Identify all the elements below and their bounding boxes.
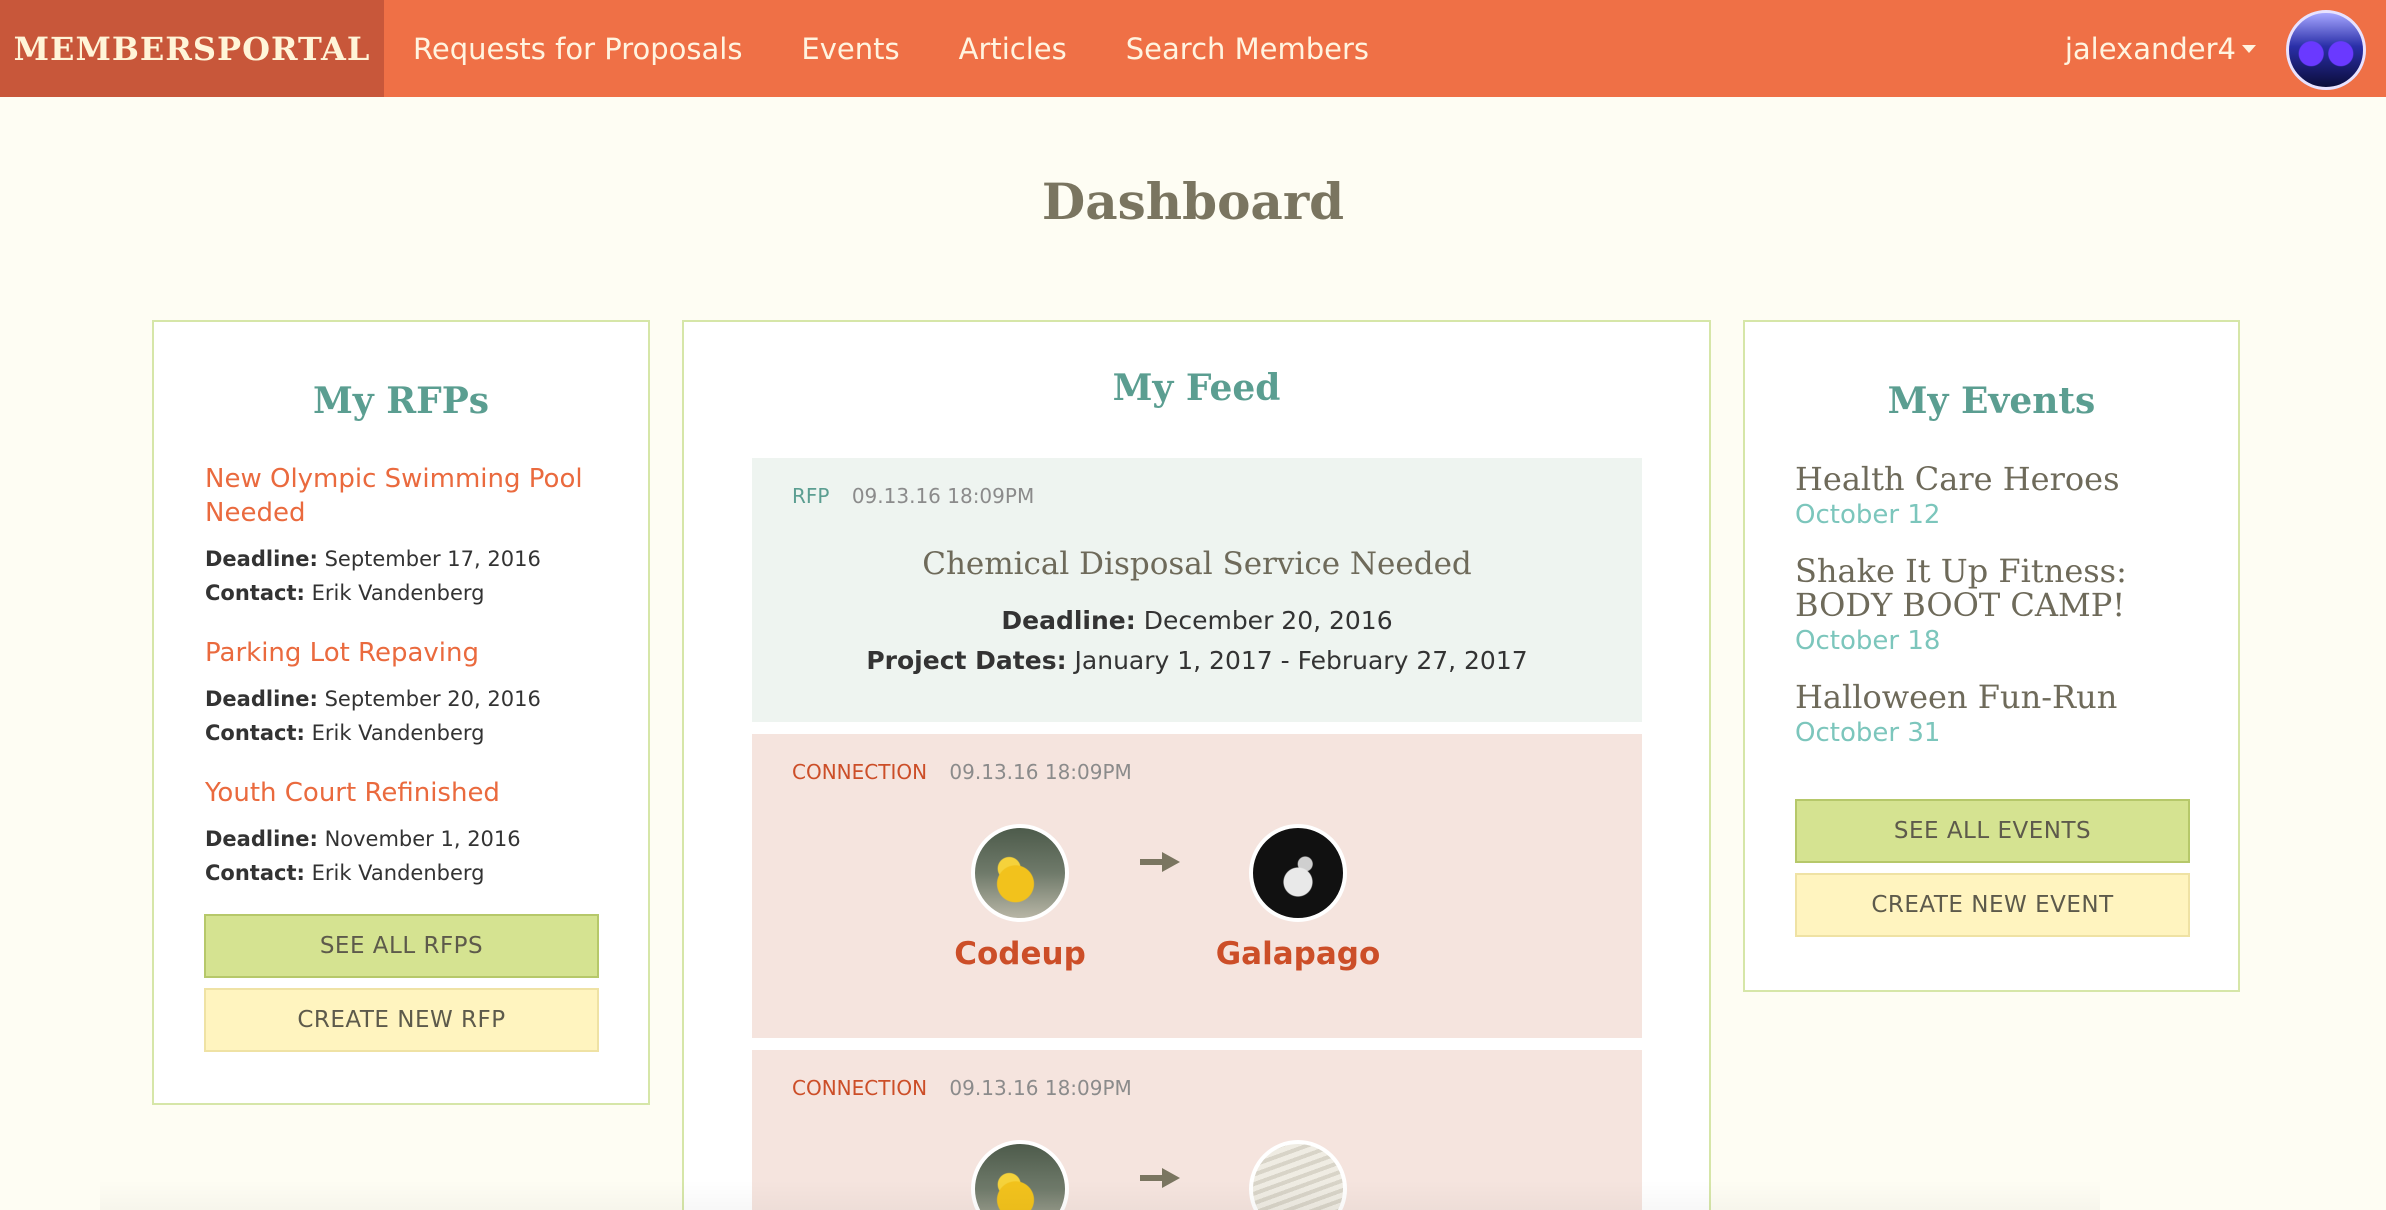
user-menu[interactable]: jalexander4 [2065,0,2256,97]
rfp-contact: Contact: Erik Vandenberg [205,721,485,745]
feed-card-header: CONNECTION 09.13.16 18:09PM [792,1076,1132,1100]
connection-to[interactable]: Galapago [1198,824,1398,972]
page-title: Dashboard [1041,172,1345,231]
nav-link-events[interactable]: Events [801,32,899,66]
brand-logo[interactable]: MEMBERSPORTAL [0,0,384,97]
event-list: Health Care Heroes October 12 Shake It U… [1795,462,2195,772]
rfp-deadline: Deadline: September 20, 2016 [205,687,541,711]
caret-down-icon [2242,44,2256,53]
rfp-title-link[interactable]: Parking Lot Repaving [205,636,605,670]
my-events-panel: My Events Health Care Heroes October 12 … [1743,320,2240,992]
rfp-list: New Olympic Swimming Pool Needed Deadlin… [205,462,605,916]
my-rfps-panel: My RFPs New Olympic Swimming Pool Needed… [152,320,650,1105]
nav-link-rfps[interactable]: Requests for Proposals [413,32,742,66]
event-item[interactable]: Halloween Fun-Run October 31 [1795,680,2195,750]
connection-from[interactable]: Codeup [920,824,1120,972]
event-name[interactable]: Health Care Heroes [1795,462,2195,496]
rfp-deadline: Deadline: November 1, 2016 [205,827,521,851]
feed-type-tag: CONNECTION [792,1076,928,1100]
feed-card-connection[interactable]: CONNECTION 09.13.16 18:09PM Codeup Galap… [752,734,1642,1038]
feed-card-header: CONNECTION 09.13.16 18:09PM [792,760,1132,784]
rfp-item: New Olympic Swimming Pool Needed Deadlin… [205,462,605,610]
nav-links: Requests for Proposals Events Articles S… [413,0,1428,97]
rfp-title-link[interactable]: New Olympic Swimming Pool Needed [205,462,605,530]
nav-link-search-members[interactable]: Search Members [1126,32,1369,66]
event-date: October 12 [1795,500,1941,530]
my-feed-panel: My Feed RFP 09.13.16 18:09PM Chemical Di… [682,320,1711,1210]
feed-card-connection[interactable]: CONNECTION 09.13.16 18:09PM [752,1050,1642,1210]
connection-to[interactable] [1198,1140,1398,1210]
feed-card-rfp[interactable]: RFP 09.13.16 18:09PM Chemical Disposal S… [752,458,1642,722]
feed-timestamp: 09.13.16 18:09PM [851,484,1035,508]
rfp-item: Parking Lot Repaving Deadline: September… [205,636,605,750]
arrow-right-icon [1140,852,1180,872]
connection-from[interactable] [920,1140,1120,1210]
feed-card-header: RFP 09.13.16 18:09PM [792,484,1034,508]
event-date: October 31 [1795,718,1941,748]
rfps-panel-title: My RFPs [312,380,490,422]
rfp-contact: Contact: Erik Vandenberg [205,581,485,605]
company-name: Codeup [954,936,1086,972]
username: jalexander4 [2064,31,2236,66]
top-navbar: MEMBERSPORTAL Requests for Proposals Eve… [0,0,2386,97]
event-item[interactable]: Health Care Heroes October 12 [1795,462,2195,532]
company-logo [1249,1140,1347,1210]
company-logo [971,824,1069,922]
event-item[interactable]: Shake It Up Fitness: BODY BOOT CAMP! Oct… [1795,554,2195,658]
see-all-events-button[interactable]: SEE ALL EVENTS [1795,799,2190,863]
feed-timestamp: 09.13.16 18:09PM [949,760,1132,784]
see-all-rfps-button[interactable]: SEE ALL RFPS [204,914,599,978]
nav-link-articles[interactable]: Articles [959,32,1067,66]
feed-type-tag: CONNECTION [792,760,928,784]
rfp-title-link[interactable]: Youth Court Refinished [205,776,605,810]
feed-type-tag: RFP [792,484,830,508]
feed-rfp-project-dates: Project Dates: January 1, 2017 - Februar… [866,646,1528,675]
create-new-rfp-button[interactable]: CREATE NEW RFP [204,988,599,1052]
rfp-contact: Contact: Erik Vandenberg [205,861,485,885]
company-logo [971,1140,1069,1210]
company-logo [1249,824,1347,922]
avatar[interactable] [2286,10,2366,90]
arrow-right-icon [1140,1168,1180,1188]
create-new-event-button[interactable]: CREATE NEW EVENT [1795,873,2190,937]
feed-panel-title: My Feed [1112,367,1281,409]
rfp-item: Youth Court Refinished Deadline: Novembe… [205,776,605,890]
feed-rfp-deadline: Deadline: December 20, 2016 [1001,606,1393,635]
rfp-deadline: Deadline: September 17, 2016 [205,547,541,571]
events-panel-title: My Events [1887,380,2096,422]
event-name[interactable]: Shake It Up Fitness: BODY BOOT CAMP! [1795,554,2195,622]
feed-rfp-title[interactable]: Chemical Disposal Service Needed [752,546,1642,582]
event-name[interactable]: Halloween Fun-Run [1795,680,2195,714]
feed-timestamp: 09.13.16 18:09PM [949,1076,1132,1100]
event-date: October 18 [1795,626,1941,656]
company-name: Galapago [1215,936,1381,972]
